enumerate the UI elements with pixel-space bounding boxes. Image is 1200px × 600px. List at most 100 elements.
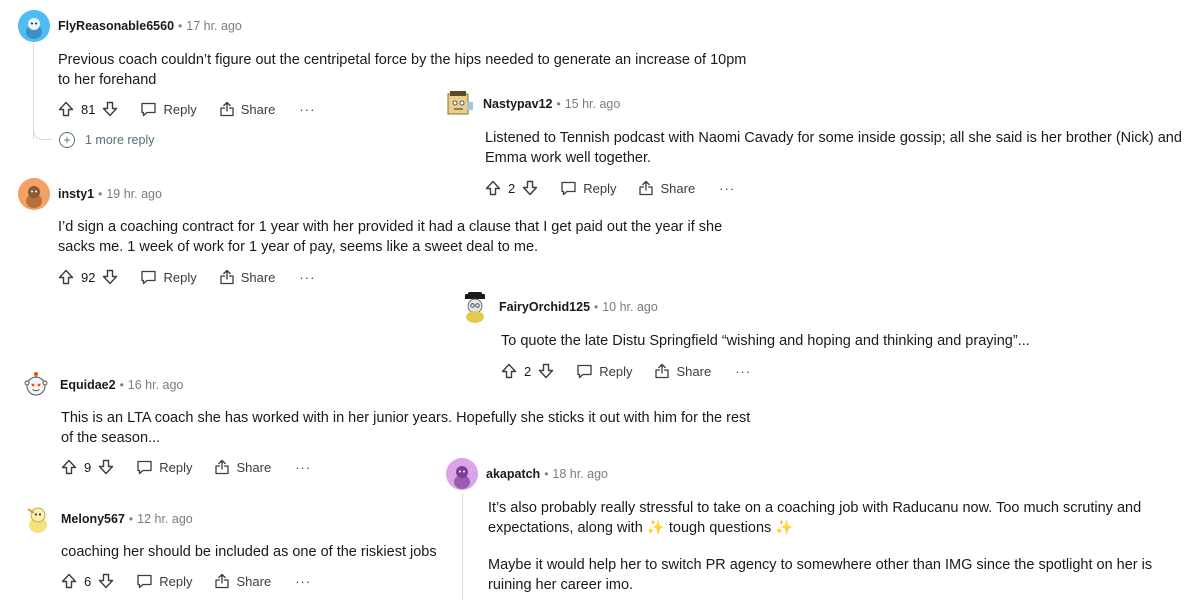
downvote-button[interactable] — [98, 459, 114, 475]
share-label: Share — [240, 269, 276, 285]
comment-body: This is an LTA coach she has worked with… — [61, 408, 766, 448]
share-label: Share — [240, 101, 276, 117]
upvote-button[interactable] — [61, 459, 77, 475]
separator-dot: • — [119, 378, 124, 392]
separator-dot: • — [544, 467, 549, 481]
downvote-button[interactable] — [522, 180, 538, 196]
reply-button[interactable]: Reply — [136, 459, 192, 475]
snoo-avatar-icon — [465, 292, 485, 323]
comment-bubble-icon — [141, 102, 157, 117]
avatar[interactable] — [20, 369, 52, 401]
vote-score: 92 — [81, 269, 96, 285]
reply-button[interactable]: Reply — [140, 101, 197, 117]
username[interactable]: insty1 — [58, 187, 94, 201]
username[interactable]: Nastypav12 — [483, 97, 553, 111]
share-icon — [220, 101, 234, 117]
comment-bubble-icon — [577, 364, 592, 379]
snoo-avatar-icon — [446, 458, 478, 490]
avatar[interactable] — [18, 178, 50, 210]
reply-button[interactable]: Reply — [136, 573, 192, 589]
avatar[interactable] — [443, 88, 475, 120]
timestamp[interactable]: 15 hr. ago — [565, 97, 621, 111]
separator-dot: • — [594, 300, 599, 314]
username[interactable]: FairyOrchid125 — [499, 300, 590, 314]
avatar[interactable] — [446, 458, 478, 490]
share-button[interactable]: Share — [654, 363, 711, 379]
timestamp[interactable]: 18 hr. ago — [552, 467, 608, 481]
share-icon — [215, 459, 230, 475]
comment-paragraph: It’s also probably really stressful to t… — [488, 500, 1142, 536]
avatar[interactable] — [18, 10, 50, 42]
more-options-button[interactable]: ··· — [299, 102, 315, 117]
separator-dot: • — [178, 19, 183, 33]
separator-dot: • — [98, 187, 103, 201]
comment-paragraph: Previous coach couldn’t figure out the c… — [58, 52, 747, 88]
upvote-button[interactable] — [58, 101, 74, 117]
share-button[interactable]: Share — [219, 101, 276, 117]
comment-body: Previous coach couldn’t figure out the c… — [58, 50, 758, 90]
comment-bubble-icon — [137, 460, 152, 475]
share-label: Share — [660, 180, 696, 196]
downvote-button[interactable] — [102, 269, 118, 285]
comment-paragraph: To quote the late Distu Springfield “wis… — [501, 333, 1030, 349]
timestamp[interactable]: 19 hr. ago — [106, 187, 162, 201]
downvote-icon — [103, 101, 118, 117]
share-icon — [220, 269, 234, 285]
username[interactable]: akapatch — [486, 467, 540, 481]
more-replies-link[interactable]: + 1 more reply — [59, 132, 154, 148]
snoo-avatar-icon — [18, 10, 50, 42]
comment-paragraph: Listened to Tennish podcast with Naomi C… — [485, 130, 1182, 166]
timestamp[interactable]: 16 hr. ago — [128, 378, 184, 392]
share-button[interactable]: Share — [214, 459, 271, 475]
downvote-button[interactable] — [98, 573, 114, 589]
thread-line-curve — [33, 125, 52, 140]
downvote-button[interactable] — [538, 363, 554, 379]
share-button[interactable]: Share — [219, 269, 276, 285]
more-options-button[interactable]: ··· — [735, 364, 751, 379]
comment-header: FlyReasonable6560 • 17 hr. ago — [18, 8, 242, 44]
upvote-icon — [58, 269, 74, 285]
more-options-button[interactable]: ··· — [295, 460, 311, 475]
upvote-button[interactable] — [501, 363, 517, 379]
reply-label: Reply — [159, 573, 193, 589]
plus-circle-icon: + — [59, 132, 75, 148]
comment-actions: 6 Reply Share ··· — [61, 569, 311, 593]
share-button[interactable]: Share — [214, 573, 271, 589]
vote-score: 2 — [508, 180, 516, 196]
downvote-icon — [523, 180, 538, 196]
more-options-button[interactable]: ··· — [299, 270, 315, 285]
timestamp[interactable]: 12 hr. ago — [137, 512, 193, 526]
avatar[interactable] — [21, 503, 53, 535]
comment-header: insty1 • 19 hr. ago — [18, 176, 162, 212]
share-label: Share — [236, 573, 272, 589]
upvote-button[interactable] — [485, 180, 501, 196]
more-options-button[interactable]: ··· — [295, 574, 311, 589]
comment-actions: 2 Reply Share ··· — [485, 176, 735, 200]
more-replies-label: 1 more reply — [85, 133, 155, 147]
downvote-button[interactable] — [102, 101, 118, 117]
reply-label: Reply — [163, 101, 197, 117]
comment-bubble-icon — [137, 574, 152, 589]
vote-score: 81 — [81, 101, 96, 117]
upvote-button[interactable] — [58, 269, 74, 285]
more-options-button[interactable]: ··· — [719, 181, 735, 196]
reply-button[interactable]: Reply — [140, 269, 197, 285]
share-button[interactable]: Share — [638, 180, 695, 196]
username[interactable]: Equidae2 — [60, 378, 116, 392]
comment-paragraph: Maybe it would help her to switch PR age… — [488, 557, 1153, 593]
comment-body: I’d sign a coaching contract for 1 year … — [58, 217, 758, 257]
username[interactable]: FlyReasonable6560 — [58, 19, 174, 33]
downvote-icon — [99, 573, 114, 589]
upvote-icon — [58, 101, 74, 117]
timestamp[interactable]: 17 hr. ago — [186, 19, 242, 33]
reply-button[interactable]: Reply — [560, 180, 616, 196]
reply-button[interactable]: Reply — [576, 363, 632, 379]
upvote-button[interactable] — [61, 573, 77, 589]
avatar[interactable] — [459, 291, 491, 323]
share-icon — [655, 363, 670, 379]
snoo-avatar-icon — [27, 507, 47, 533]
timestamp[interactable]: 10 hr. ago — [602, 300, 658, 314]
comment-bubble-icon — [561, 181, 576, 196]
downvote-icon — [103, 269, 118, 285]
username[interactable]: Melony567 — [61, 512, 125, 526]
